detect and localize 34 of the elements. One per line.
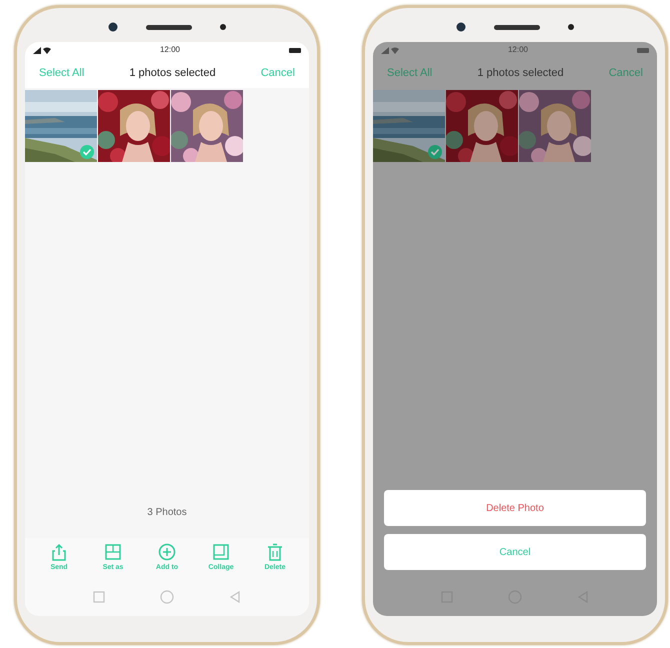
cancel-button[interactable]: Cancel: [384, 534, 646, 570]
sensor-icon: [220, 24, 226, 30]
photo-thumbnail[interactable]: [171, 90, 243, 162]
trash-icon: [266, 542, 284, 561]
speaker-grille: [146, 24, 192, 30]
select-all-button[interactable]: Select All: [39, 64, 84, 82]
select-all-button[interactable]: Select All: [387, 64, 432, 82]
photo-thumbnail[interactable]: [519, 90, 591, 162]
camera-icon: [108, 22, 118, 32]
photo-count: 3 Photos: [146, 506, 188, 520]
battery-icon: [289, 48, 301, 52]
status-time: 12:00: [160, 44, 180, 56]
photo-thumbnail[interactable]: [446, 90, 518, 162]
photo-thumbnail[interactable]: [98, 90, 170, 162]
header-title: 1 photos selected: [477, 66, 564, 81]
delete-photo-button[interactable]: Delete Photo: [384, 490, 646, 526]
battery-icon: [637, 48, 649, 52]
share-icon: [50, 542, 68, 561]
cancel-button[interactable]: Cancel: [260, 64, 295, 82]
wifi-icon: [391, 46, 399, 54]
photo-thumbnail[interactable]: [373, 90, 445, 162]
sensor-icon: [568, 24, 574, 30]
speaker-grille: [494, 24, 540, 30]
wifi-icon: [43, 46, 51, 54]
photo-thumbnail[interactable]: [25, 90, 97, 162]
signal-icon: [381, 46, 389, 54]
cancel-button[interactable]: Cancel: [608, 64, 643, 82]
status-time: 12:00: [508, 44, 528, 56]
book-icon: [212, 542, 230, 561]
camera-icon: [456, 22, 466, 32]
plus-circle-icon: [158, 542, 176, 561]
picture-frame-icon: [104, 542, 122, 561]
header-title: 1 photos selected: [129, 66, 216, 81]
signal-icon: [33, 46, 41, 54]
